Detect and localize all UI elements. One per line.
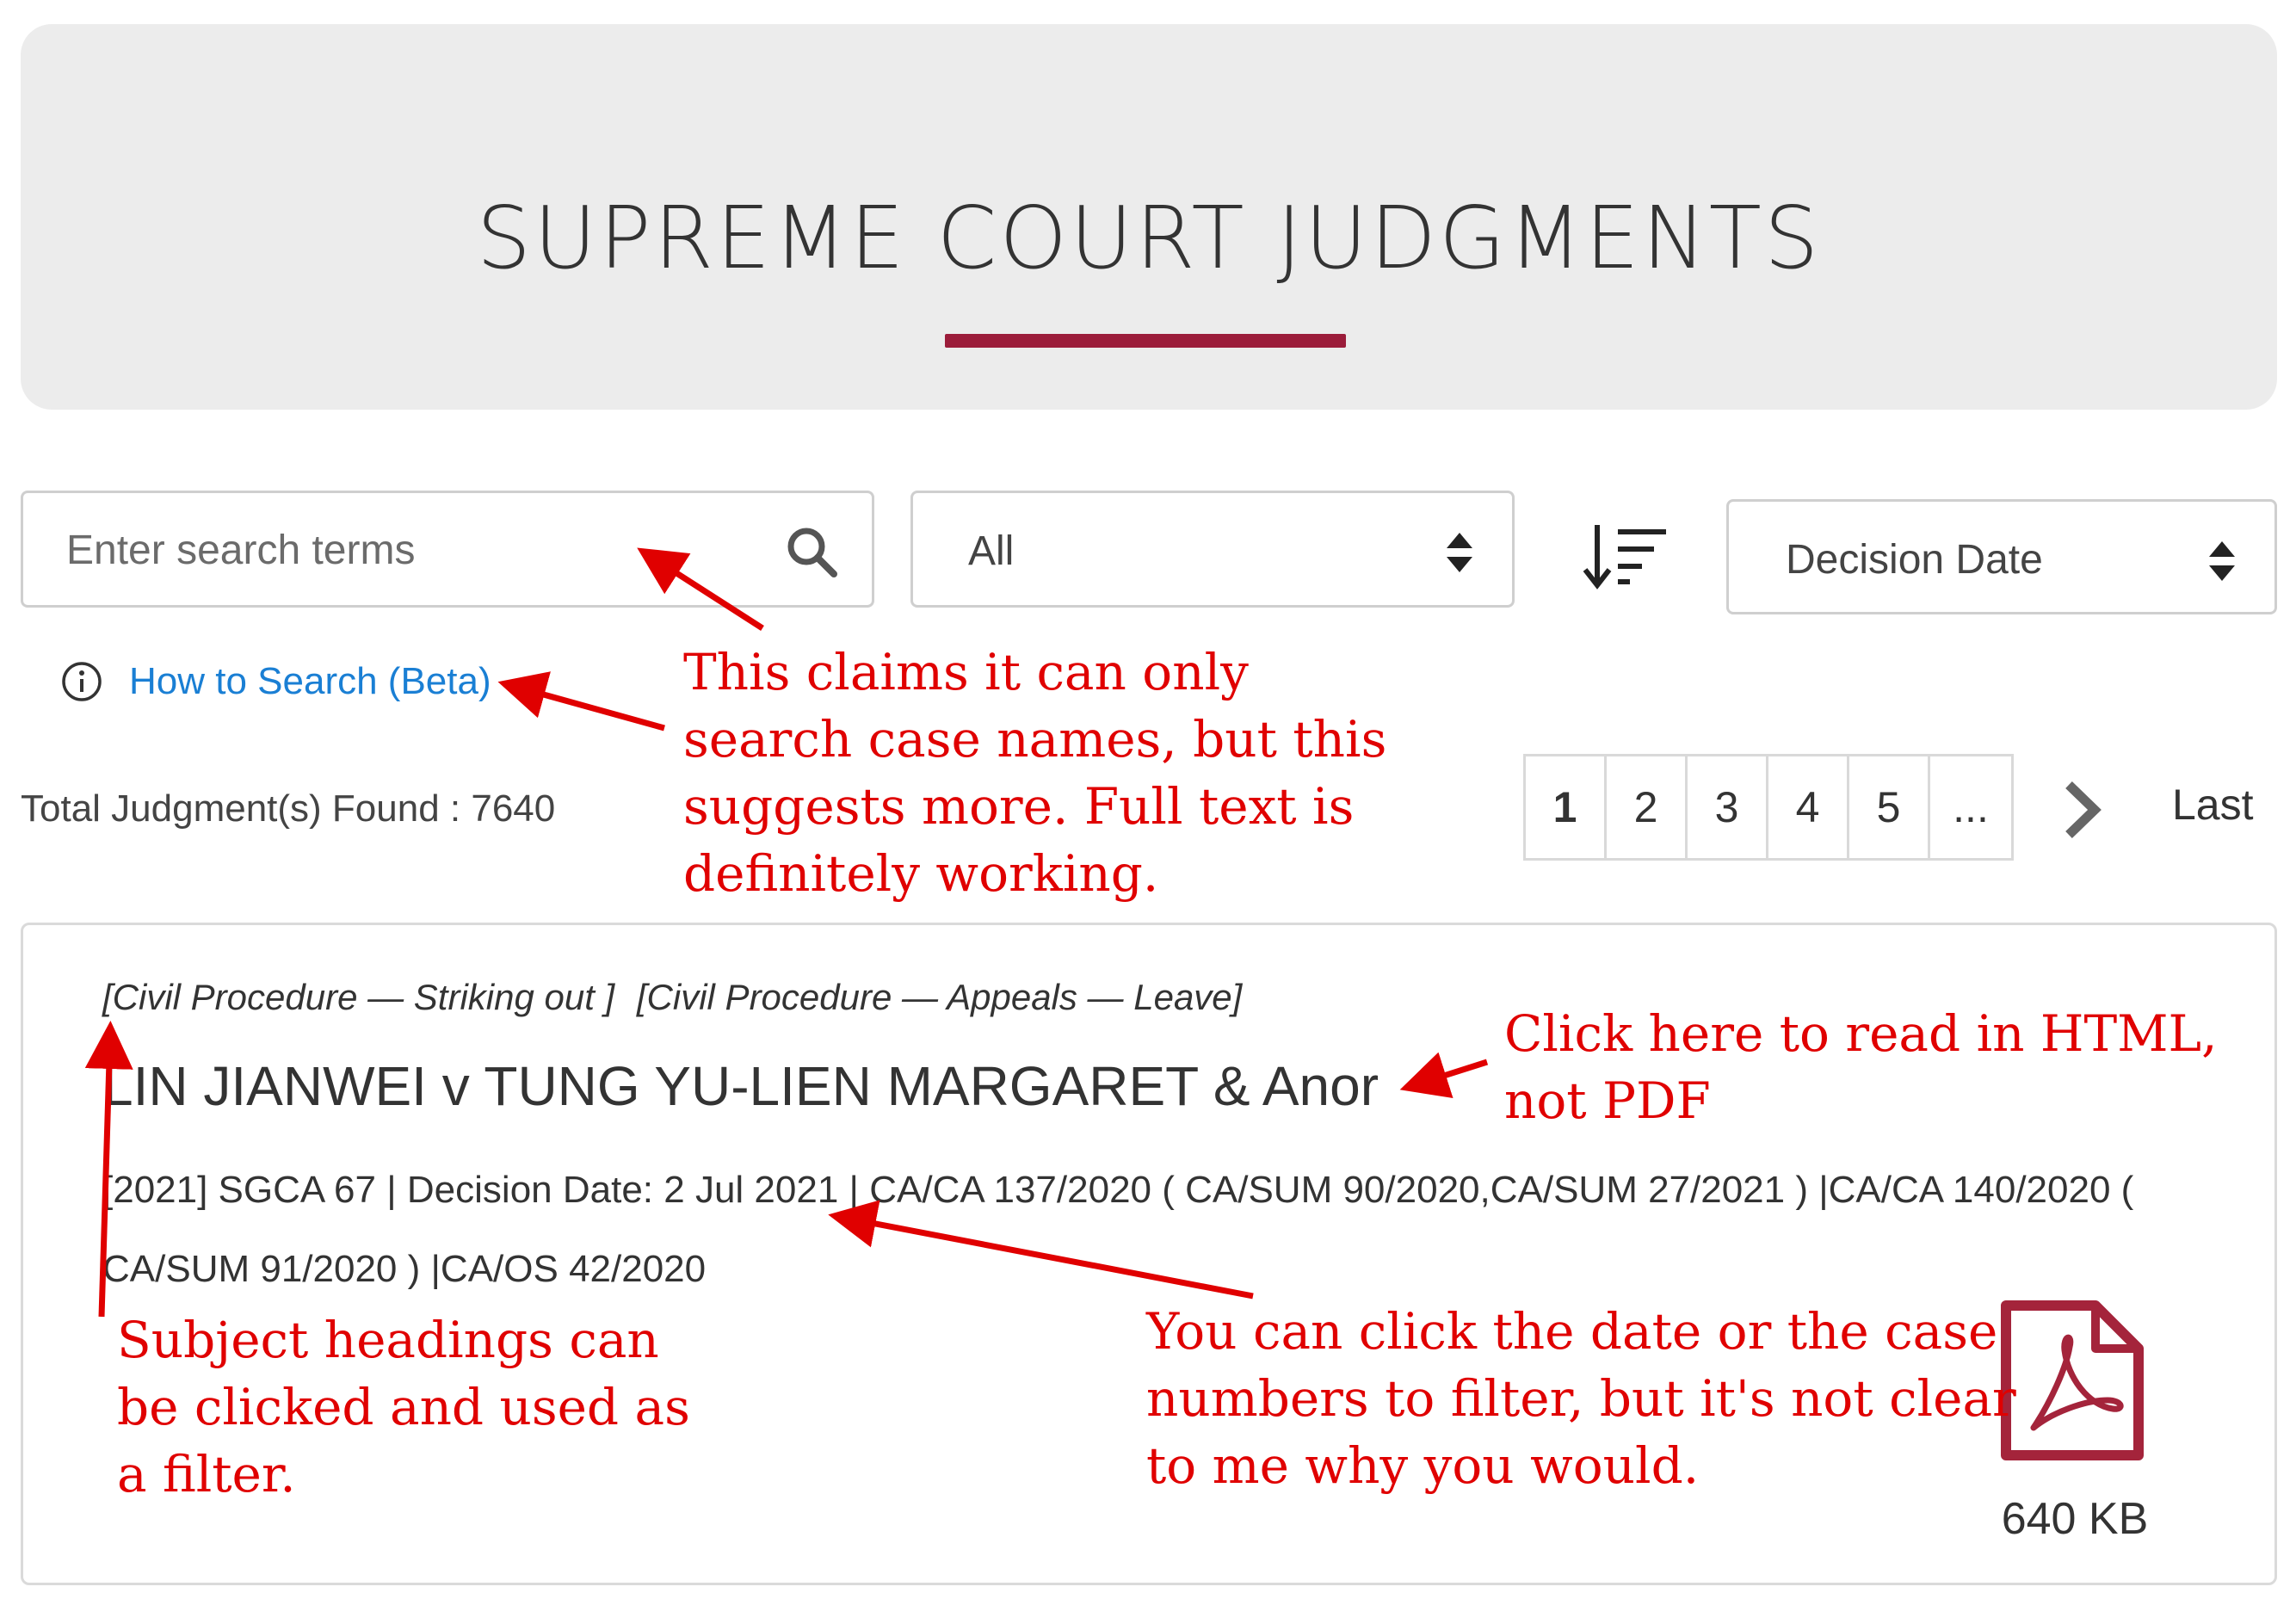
annotation-line: definitely working.	[683, 844, 1159, 903]
page-ellipsis[interactable]: ...	[1930, 756, 2011, 858]
page-link[interactable]: 2	[1607, 756, 1688, 858]
citation: [2021] SGCA 67	[102, 1169, 376, 1211]
page-link[interactable]: 4	[1768, 756, 1849, 858]
sort-field-value: Decision Date	[1786, 537, 2043, 583]
annotation-line: to me why you would.	[1146, 1436, 1700, 1495]
annotation-line: be clicked and used as	[117, 1378, 690, 1436]
page-header-banner: SUPREME COURT JUDGMENTS	[21, 24, 2277, 410]
case-numbers-link[interactable]: CA/CA 137/2020 ( CA/SUM 90/2020,CA/SUM 2…	[869, 1169, 2133, 1211]
pdf-file-icon[interactable]	[1999, 1299, 2145, 1462]
select-arrows-icon	[1447, 533, 1472, 572]
info-icon	[62, 662, 102, 701]
pdf-file-size: 640 KB	[2001, 1494, 2149, 1544]
search-box[interactable]	[21, 491, 874, 608]
pagination: 1 2 3 4 5 ...	[1523, 754, 2014, 861]
how-to-search[interactable]: How to Search (Beta)	[60, 656, 491, 707]
annotation-subject-note: Subject headings can be clicked and used…	[117, 1306, 690, 1508]
annotation-line: search case names, but this	[683, 710, 1387, 769]
annotation-line: Click here to read in HTML,	[1504, 1004, 2218, 1063]
search-input[interactable]	[65, 519, 756, 581]
meta-separator: |	[849, 1169, 859, 1211]
case-title-link[interactable]: LIN JIANWEI v TUNG YU-LIEN MARGARET & An…	[102, 1054, 1379, 1118]
annotation-line: suggests more. Full text is	[683, 777, 1355, 836]
page-link[interactable]: 1	[1526, 756, 1607, 858]
annotation-line: You can click the date or the case	[1146, 1302, 1998, 1361]
last-page-link[interactable]: Last	[2172, 780, 2254, 830]
annotation-line: Subject headings can	[117, 1311, 659, 1369]
category-filter-value: All	[968, 528, 1015, 574]
select-arrows-icon	[2209, 541, 2235, 581]
how-to-search-link[interactable]: How to Search (Beta)	[129, 660, 491, 703]
title-underline-bar	[945, 334, 1346, 348]
annotation-search-note: This claims it can only search case name…	[683, 639, 1386, 907]
annotation-html-note: Click here to read in HTML, not PDF	[1504, 1000, 2218, 1134]
annotation-arrow	[497, 671, 665, 732]
annotation-line: This claims it can only	[683, 643, 1249, 701]
search-icon[interactable]	[784, 524, 839, 579]
decision-date-link[interactable]: Decision Date: 2 Jul 2021	[407, 1169, 838, 1211]
page-title: SUPREME COURT JUDGMENTS	[476, 188, 1822, 288]
sort-descending-icon[interactable]	[1580, 522, 1671, 590]
annotation-line: numbers to filter, but it's not clear	[1146, 1369, 2016, 1428]
case-metadata: [2021] SGCA 67 | Decision Date: 2 Jul 20…	[102, 1151, 2219, 1309]
subject-headings: [Civil Procedure — Striking out ] [Civil…	[102, 977, 1254, 1018]
page-link[interactable]: 3	[1688, 756, 1768, 858]
subject-heading-link[interactable]: [Civil Procedure — Appeals — Leave]	[637, 977, 1242, 1017]
chevron-right-icon[interactable]	[2058, 780, 2107, 840]
sort-field-select[interactable]: Decision Date	[1726, 499, 2277, 614]
category-filter-select[interactable]: All	[910, 491, 1515, 608]
annotation-filter-note: You can click the date or the case numbe…	[1146, 1298, 2016, 1499]
meta-separator: |	[386, 1169, 397, 1211]
annotation-line: not PDF	[1504, 1071, 1711, 1130]
annotation-line: a filter.	[117, 1445, 296, 1503]
case-numbers-link[interactable]: CA/SUM 91/2020 ) |CA/OS 42/2020	[102, 1248, 706, 1290]
subject-heading-link[interactable]: [Civil Procedure — Striking out ]	[102, 977, 614, 1017]
total-results-count: Total Judgment(s) Found : 7640	[21, 787, 556, 830]
page-link[interactable]: 5	[1849, 756, 1930, 858]
